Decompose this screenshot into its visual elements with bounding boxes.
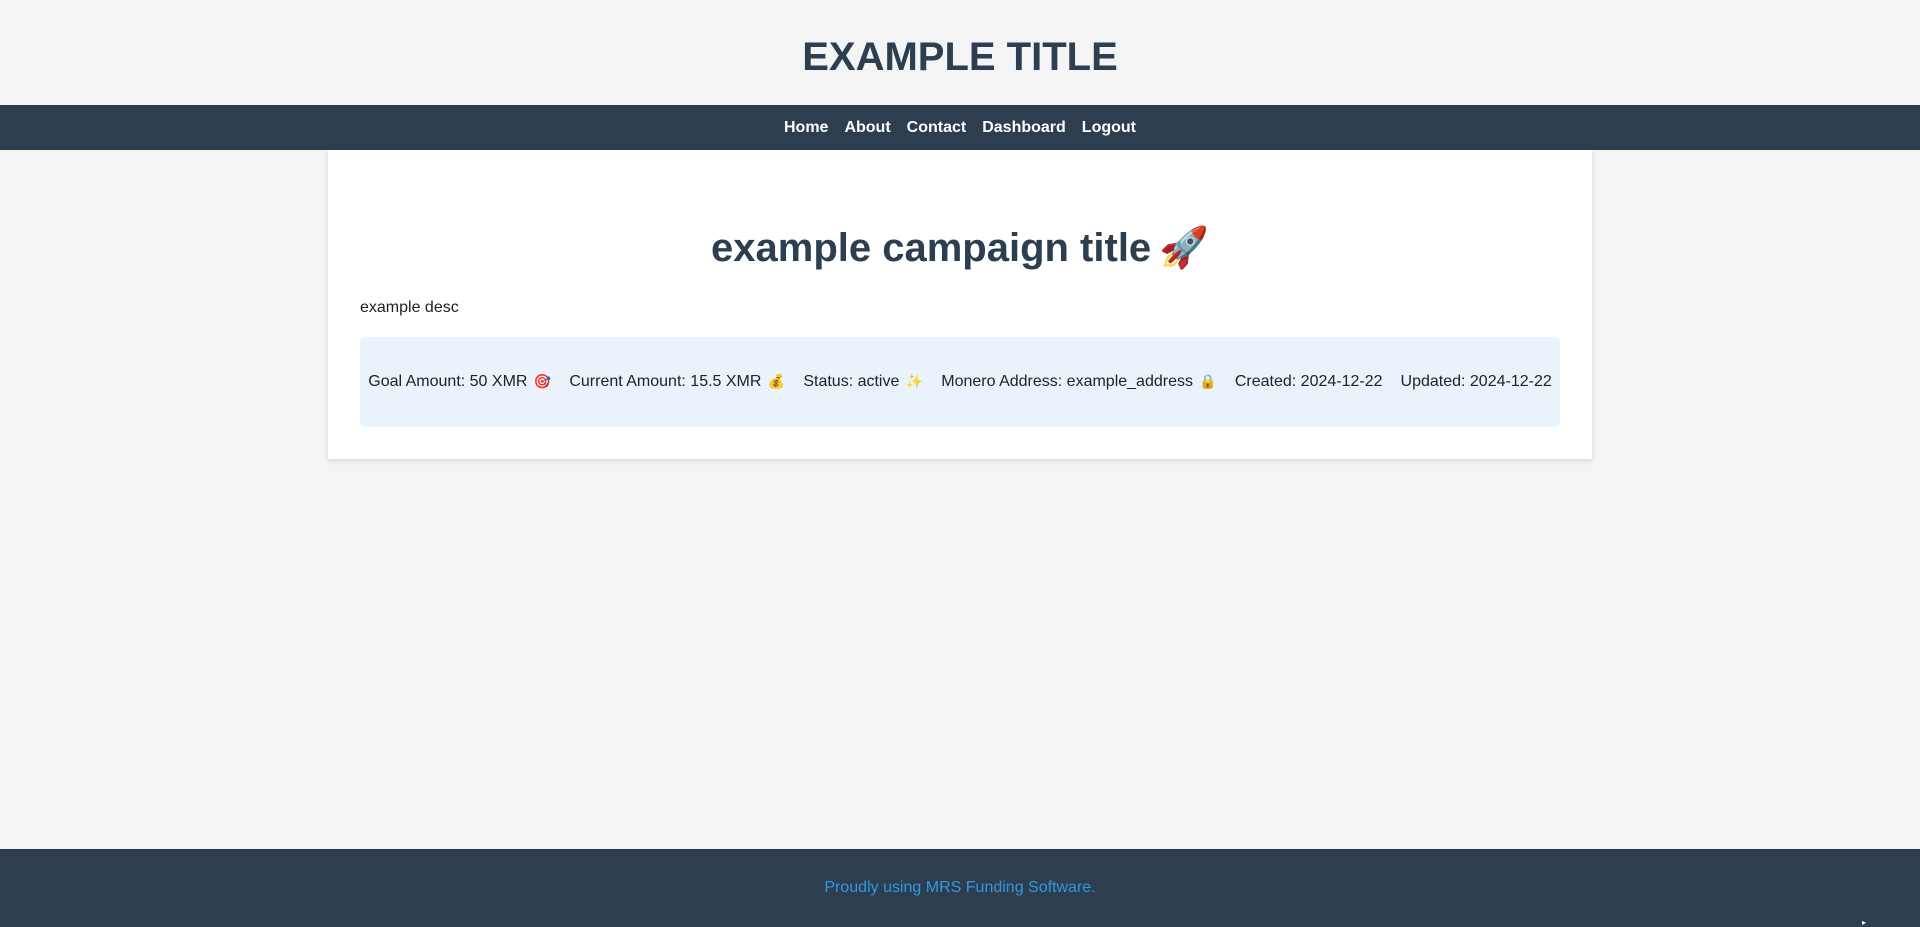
created-date: Created: 2024-12-22 — [1234, 373, 1383, 390]
monero-address-text: Monero Address: example_address — [941, 373, 1193, 390]
nav-link-dashboard[interactable]: Dashboard — [982, 119, 1066, 137]
monero-address: Monero Address: example_address 🔒 — [941, 373, 1217, 391]
nav-link-logout[interactable]: Logout — [1082, 119, 1136, 137]
current-amount: Current Amount: 15.5 XMR 💰 — [569, 373, 785, 391]
campaign-description: example desc — [360, 299, 459, 316]
mouse-cursor-icon: ▸ — [1862, 918, 1867, 927]
nav-link-home[interactable]: Home — [784, 119, 828, 137]
site-footer: Proudly using MRS Funding Software. — [0, 849, 1920, 927]
campaign-card: example campaign title 🚀 example desc Goa… — [328, 150, 1592, 459]
footer-link[interactable]: Proudly using MRS Funding Software. — [824, 879, 1095, 897]
current-amount-text: Current Amount: 15.5 XMR — [569, 373, 762, 390]
nav-link-about[interactable]: About — [844, 119, 890, 137]
campaign-details: Goal Amount: 50 XMR 🎯 Current Amount: 15… — [360, 337, 1560, 427]
sparkles-icon: ✨ — [905, 373, 924, 389]
site-title: EXAMPLE TITLE — [802, 35, 1118, 79]
status-text: Status: active — [803, 373, 900, 390]
goal-amount-text: Goal Amount: 50 XMR — [368, 373, 528, 390]
campaign-title: example campaign title 🚀 — [328, 222, 1592, 274]
lock-icon: 🔒 — [1199, 373, 1217, 389]
rocket-icon: 🚀 — [1159, 226, 1209, 270]
target-icon: 🎯 — [533, 373, 552, 389]
nav-link-contact[interactable]: Contact — [907, 119, 967, 137]
site-header: EXAMPLE TITLE — [0, 0, 1920, 105]
status: Status: active ✨ — [803, 373, 923, 391]
money-bag-icon: 💰 — [767, 373, 786, 389]
main-nav: Home About Contact Dashboard Logout — [0, 105, 1920, 150]
updated-date: Updated: 2024-12-22 — [1400, 373, 1552, 390]
goal-amount: Goal Amount: 50 XMR 🎯 — [368, 373, 551, 391]
campaign-title-text: example campaign title — [711, 226, 1152, 270]
